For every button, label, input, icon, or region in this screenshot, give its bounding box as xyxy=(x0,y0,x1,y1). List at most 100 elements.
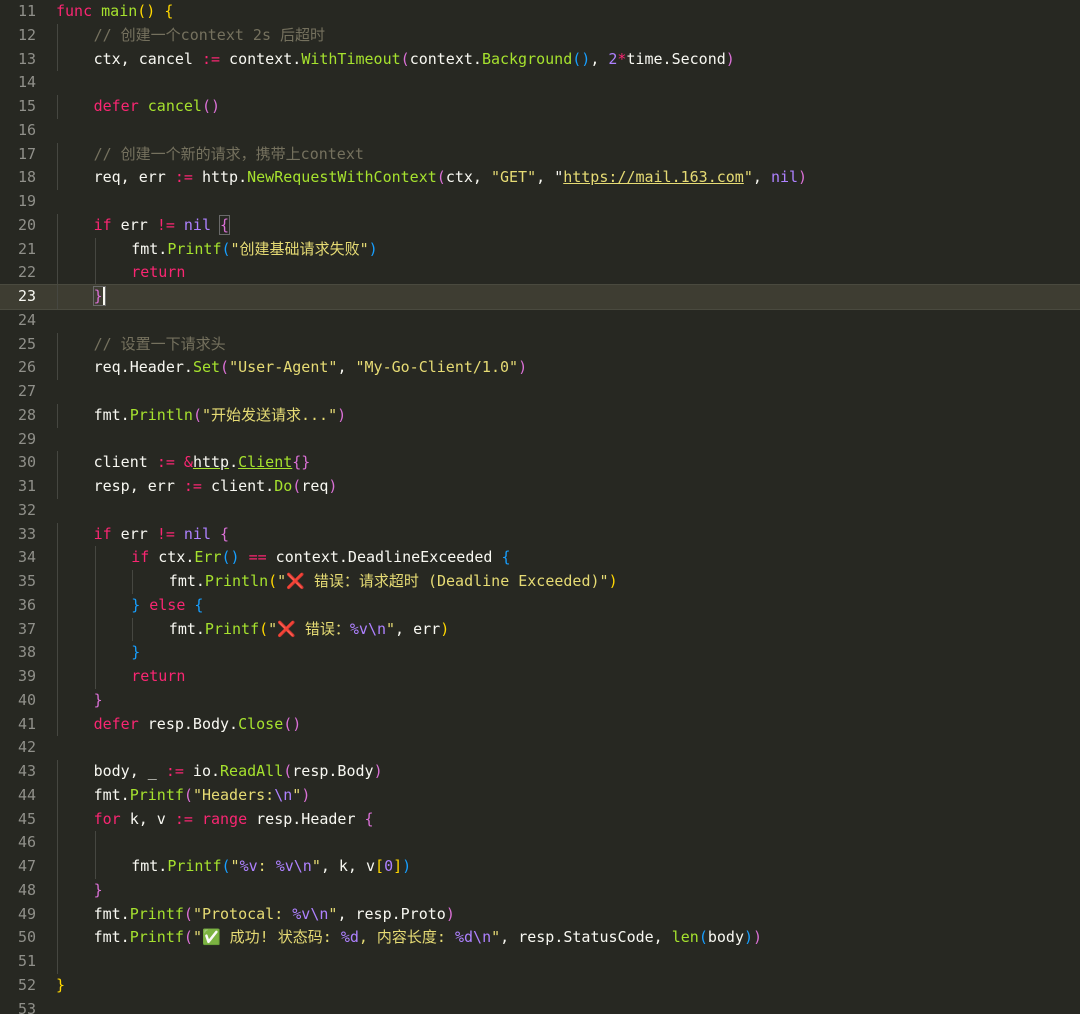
code-line[interactable]: 21 fmt.Printf("创建基础请求失败") xyxy=(0,237,1080,262)
code-line[interactable]: 53 xyxy=(0,998,1080,1014)
code-line[interactable]: 29 xyxy=(0,428,1080,452)
line-number: 27 xyxy=(17,382,36,400)
code-line[interactable]: 20 if err != nil { xyxy=(0,213,1080,238)
code-line[interactable]: 25 // 设置一下请求头 xyxy=(0,332,1080,357)
code-line[interactable]: 23} xyxy=(0,284,1080,310)
code-line[interactable]: 34 if ctx.Err() == context.DeadlineExceed… xyxy=(0,546,1080,570)
indent-guide xyxy=(57,593,58,618)
indent-guide xyxy=(94,593,96,618)
code-token: ) xyxy=(373,762,383,780)
code-line[interactable]: 49 fmt.Printf("Protocal: %v\n", resp.Prot… xyxy=(0,902,1080,927)
code-line[interactable]: 32 xyxy=(0,499,1080,523)
code-token: "User-Agent" xyxy=(229,358,338,377)
code-token: { xyxy=(220,524,230,543)
code-token: . xyxy=(229,453,239,472)
code-token: if xyxy=(93,215,112,234)
code-token: Close xyxy=(238,714,284,733)
code-token: := xyxy=(156,453,175,472)
code-line[interactable]: 30 client := &http.Client{} xyxy=(0,451,1080,475)
line-number: 52 xyxy=(17,975,36,994)
code-line[interactable]: 26 req.Header.Set("User-Agent", "My-Go-Cl… xyxy=(0,356,1080,380)
code-line[interactable]: 36} else { xyxy=(0,593,1080,618)
code-text: } xyxy=(56,974,65,998)
code-token: , 内容长度: xyxy=(358,928,455,947)
indent-guide xyxy=(57,926,58,950)
code-text: // 创建一个context 2s 后超时 xyxy=(94,24,325,48)
code-text: fmt.Printf("❌ 错误：%v\n", err) xyxy=(169,618,449,642)
code-line[interactable]: 35 fmt.Println("❌ 错误：请求超时 (Deadline Excee… xyxy=(0,570,1080,594)
code-line[interactable]: 50 fmt.Printf("✅ 成功! 状态码: %d, 内容长度: %d\n"… xyxy=(0,926,1080,950)
code-line[interactable]: 33 if err != nil { xyxy=(0,522,1080,547)
line-number: 15 xyxy=(17,97,36,115)
code-text: fmt.Println("❌ 错误：请求超时 (Deadline Exceede… xyxy=(169,570,618,594)
indent-guide xyxy=(57,285,58,309)
line-number: 24 xyxy=(17,310,36,329)
code-token: " xyxy=(491,928,501,947)
code-token: ) xyxy=(445,904,455,923)
code-token: fmt. xyxy=(131,857,168,875)
code-token: , k, v xyxy=(320,857,376,875)
code-line[interactable]: 24 xyxy=(0,309,1080,333)
code-token: ( xyxy=(183,904,193,923)
code-line[interactable]: 44 fmt.Printf("Headers:\n") xyxy=(0,783,1080,808)
code-line[interactable]: 41 defer resp.Body.Close() xyxy=(0,712,1080,737)
code-line[interactable]: 17 // 创建一个新的请求，携带上context xyxy=(0,142,1080,167)
line-number: 42 xyxy=(17,738,36,757)
code-line[interactable]: 11 func main() { xyxy=(0,0,1080,24)
code-text: for k, v := range resp.Header { xyxy=(94,808,374,832)
code-token: return xyxy=(131,263,186,282)
line-number: 30 xyxy=(17,453,36,472)
code-line[interactable]: 27 xyxy=(0,380,1080,404)
code-text: // 设置一下请求头 xyxy=(94,333,226,357)
code-line[interactable]: 40} xyxy=(0,688,1080,713)
code-token: "Protocal: xyxy=(192,904,293,923)
code-line[interactable]: 19 xyxy=(0,190,1080,214)
code-text: fmt.Printf("✅ 成功! 状态码: %d, 内容长度: %d\n", … xyxy=(94,926,762,950)
line-number: 47 xyxy=(17,857,36,875)
code-token: , err xyxy=(395,619,441,638)
code-text: } xyxy=(92,285,106,309)
code-token: err xyxy=(111,215,157,234)
code-token: body, _ xyxy=(93,762,166,780)
code-editor[interactable]: 11 func main() {12// 创建一个context 2s 后超时 13… xyxy=(0,0,1080,1014)
code-line[interactable]: 15 defer cancel() xyxy=(0,95,1080,119)
code-line[interactable]: 46 xyxy=(0,831,1080,855)
code-line[interactable]: 18 req, err := http.NewRequestWithContext… xyxy=(0,166,1080,190)
code-line[interactable]: 22 return xyxy=(0,261,1080,285)
code-line[interactable]: 12 // 创建一个context 2s 后超时 xyxy=(0,23,1080,48)
code-token: %d xyxy=(340,928,359,947)
code-text: fmt.Println("开始发送请求...") xyxy=(94,404,347,428)
code-line[interactable]: 16 xyxy=(0,119,1080,143)
code-text: defer cancel() xyxy=(94,95,220,119)
code-token: Set xyxy=(192,358,221,377)
code-line[interactable]: 43 body, _ := io.ReadAll(resp.Body) xyxy=(0,760,1080,784)
code-token: ( xyxy=(183,928,193,947)
code-token: { xyxy=(501,548,511,567)
line-number: 14 xyxy=(17,73,36,92)
indent-guide xyxy=(57,665,58,689)
code-token: [ xyxy=(375,857,385,875)
code-token: %v\n xyxy=(275,857,312,875)
code-line[interactable]: 47 fmt.Printf("%v: %v\n", k, v[0]) xyxy=(0,855,1080,879)
code-line[interactable]: 45 for k, v := range resp.Header { xyxy=(0,807,1080,832)
code-line[interactable]: 48} xyxy=(0,878,1080,903)
code-line[interactable]: 28 fmt.Println("开始发送请求...") xyxy=(0,403,1080,428)
code-line[interactable]: 39 return xyxy=(0,665,1080,689)
code-line[interactable]: 31 resp, err := client.Do(req) xyxy=(0,475,1080,499)
code-line[interactable]: 38} xyxy=(0,641,1080,665)
code-line[interactable]: 52} xyxy=(0,974,1080,998)
code-token: resp.Body xyxy=(292,762,374,780)
code-line[interactable]: 51 xyxy=(0,950,1080,974)
code-token: , xyxy=(337,358,356,377)
code-line[interactable]: 42 xyxy=(0,736,1080,760)
code-token: : xyxy=(257,857,276,875)
code-line[interactable]: 13 ctx, cancel := context.WithTimeout(con… xyxy=(0,47,1080,72)
code-line[interactable]: 37 fmt.Printf("❌ 错误：%v\n", err) xyxy=(0,617,1080,642)
code-line[interactable]: 14 xyxy=(0,71,1080,95)
